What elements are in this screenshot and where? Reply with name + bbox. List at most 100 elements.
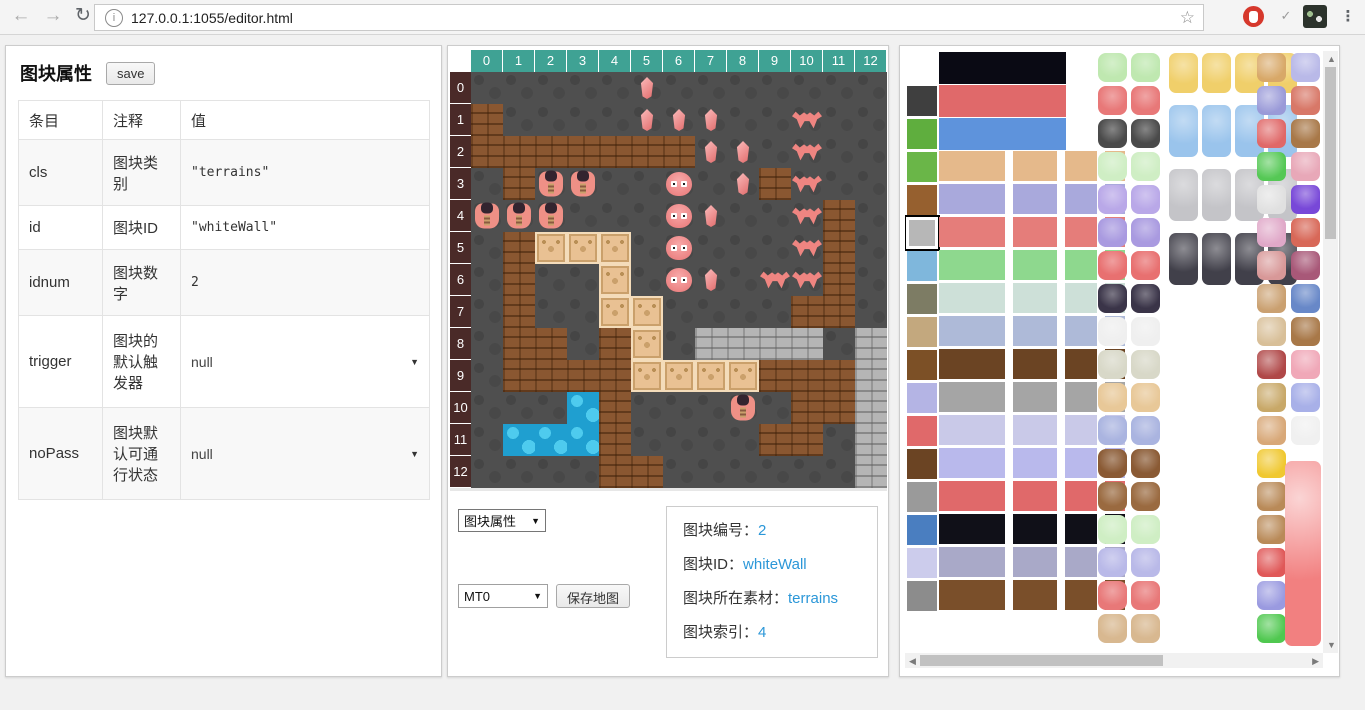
- red-hand-extension-icon[interactable]: [1243, 6, 1264, 27]
- golem-brown-pair[interactable]: [1098, 449, 1160, 478]
- map-tile-bat-red[interactable]: [791, 232, 823, 264]
- skeleton-blue-pair[interactable]: [1098, 416, 1160, 445]
- map-tile-floor-dark[interactable]: [663, 296, 695, 328]
- map-tile-wall-brown[interactable]: [631, 456, 663, 488]
- prop-value-input[interactable]: "whiteWall": [181, 206, 430, 250]
- map-tile-gem-red[interactable]: [727, 136, 759, 168]
- map-tile-floor-dark[interactable]: [503, 104, 535, 136]
- autotile-purple-stone-0[interactable]: [939, 547, 1005, 577]
- map-tile-wall-brown[interactable]: [631, 136, 663, 168]
- autotile-red-wall-0[interactable]: [939, 217, 1005, 247]
- map-tile-floor-dark[interactable]: [535, 392, 567, 424]
- map-tile-floor-dark[interactable]: [471, 168, 503, 200]
- map-tile-gem-red[interactable]: [695, 104, 727, 136]
- key-pink[interactable]: [1257, 218, 1286, 247]
- sand-monster-pair[interactable]: [1098, 614, 1160, 643]
- map-tile-floor-dark[interactable]: [727, 104, 759, 136]
- map-tile-bat-red[interactable]: [791, 200, 823, 232]
- map-tile-floor-dark[interactable]: [855, 72, 887, 104]
- map-tile-wall-white[interactable]: [855, 328, 887, 360]
- map-tile-floor-dark[interactable]: [855, 232, 887, 264]
- map-tile-floor-dark[interactable]: [727, 264, 759, 296]
- autotile-green-wall-2[interactable]: [1065, 250, 1097, 280]
- floor-select[interactable]: MT0▼: [458, 584, 548, 608]
- dark-demon-4frames-frame1[interactable]: [1202, 233, 1231, 285]
- map-tile-gem-red[interactable]: [695, 136, 727, 168]
- map-tile-floor-dark[interactable]: [791, 72, 823, 104]
- map-tile-floor-dark[interactable]: [599, 200, 631, 232]
- back-icon[interactable]: ←: [8, 3, 34, 29]
- tile-plain-gray[interactable]: [907, 581, 937, 611]
- save-map-button[interactable]: 保存地图: [556, 584, 630, 608]
- map-tile-bat-red[interactable]: [791, 104, 823, 136]
- map-tile-floor-dark[interactable]: [599, 104, 631, 136]
- map-tile-wall-decor-tan[interactable]: [663, 360, 695, 392]
- map-tile-floor-dark[interactable]: [823, 104, 855, 136]
- map-tile-floor-dark[interactable]: [535, 264, 567, 296]
- scroll-down-icon[interactable]: ▼: [1327, 640, 1336, 650]
- map-tile-floor-dark[interactable]: [631, 264, 663, 296]
- autotile-brown-ledge-1[interactable]: [1013, 580, 1057, 610]
- scroll[interactable]: [1257, 317, 1286, 346]
- map-tile-floor-dark[interactable]: [695, 168, 727, 200]
- map-tile-skeleton-red[interactable]: [503, 200, 535, 232]
- map-tile-floor-dark[interactable]: [471, 264, 503, 296]
- info-icon[interactable]: i: [105, 9, 123, 27]
- autotile-night-small-1[interactable]: [1013, 514, 1057, 544]
- ghost-red-pair[interactable]: [1098, 581, 1160, 610]
- map-tile-water[interactable]: [567, 424, 599, 456]
- face-pink[interactable]: [1291, 350, 1320, 379]
- trigger-select[interactable]: null ▼: [191, 354, 419, 370]
- map-tile-floor-dark[interactable]: [855, 136, 887, 168]
- npc-fighter[interactable]: [1291, 119, 1320, 148]
- map-tile-floor-dark[interactable]: [759, 72, 791, 104]
- skeleton-soldier-pair[interactable]: [1098, 350, 1160, 379]
- feather-2[interactable]: [1257, 515, 1286, 544]
- scroll-left-icon[interactable]: ◀: [909, 656, 916, 667]
- npc-hero[interactable]: [1291, 284, 1320, 313]
- autotile-pillars-1[interactable]: [1013, 415, 1057, 445]
- autotile-ice-lattice-1[interactable]: [1013, 283, 1057, 313]
- reload-icon[interactable]: ↻: [70, 3, 96, 29]
- gem-green[interactable]: [1257, 614, 1286, 643]
- map-tile-floor-dark[interactable]: [567, 72, 599, 104]
- map-canvas[interactable]: [471, 72, 887, 488]
- wooden-sign[interactable]: [1291, 317, 1320, 346]
- map-tile-wall-brown[interactable]: [599, 360, 631, 392]
- autotile-purple-wall-2[interactable]: [1065, 184, 1097, 214]
- map-tile-wall-brown[interactable]: [759, 424, 791, 456]
- key-red[interactable]: [1257, 119, 1286, 148]
- autotile-gray-ledge-1[interactable]: [1013, 382, 1057, 412]
- horizontal-scrollbar[interactable]: ◀ ▶: [905, 653, 1323, 668]
- map-tile-wall-white[interactable]: [727, 328, 759, 360]
- autotile-green-wall-0[interactable]: [939, 250, 1005, 280]
- map-tile-wall-brown[interactable]: [535, 360, 567, 392]
- vertical-scroll-thumb[interactable]: [1325, 67, 1336, 239]
- map-tile-bat-red[interactable]: [759, 264, 791, 296]
- autotile-night-small-2[interactable]: [1065, 514, 1097, 544]
- skeleton-warrior-pair[interactable]: [1098, 383, 1160, 412]
- autotile-purple-wall-0[interactable]: [939, 184, 1005, 214]
- map-tile-floor-dark[interactable]: [759, 136, 791, 168]
- book-red[interactable]: [1257, 350, 1286, 379]
- tile-white-wall[interactable]: [907, 218, 937, 248]
- map-tile-floor-dark[interactable]: [855, 296, 887, 328]
- map-tile-water[interactable]: [503, 424, 535, 456]
- map-tile-wall-brown[interactable]: [663, 136, 695, 168]
- map-tile-wall-brown[interactable]: [503, 360, 535, 392]
- map-tile-wall-brown[interactable]: [823, 360, 855, 392]
- map-tile-floor-dark[interactable]: [727, 456, 759, 488]
- quill[interactable]: [1257, 284, 1286, 313]
- map-tile-floor-dark[interactable]: [535, 296, 567, 328]
- autotile-dark-brown-ledge-2[interactable]: [1065, 349, 1097, 379]
- map-tile-wall-brown[interactable]: [823, 232, 855, 264]
- autotile-brown-ledge-2[interactable]: [1065, 580, 1097, 610]
- map-tile-wall-brown[interactable]: [599, 456, 631, 488]
- map-tile-floor-dark[interactable]: [823, 456, 855, 488]
- slime-black-pair[interactable]: [1098, 119, 1160, 148]
- scroll-right-icon[interactable]: ▶: [1312, 656, 1319, 667]
- map-tile-floor-dark[interactable]: [567, 456, 599, 488]
- npc-fairy[interactable]: [1291, 152, 1320, 181]
- autotile-gray-ledge-2[interactable]: [1065, 382, 1097, 412]
- strip-night-sky[interactable]: [939, 52, 1066, 84]
